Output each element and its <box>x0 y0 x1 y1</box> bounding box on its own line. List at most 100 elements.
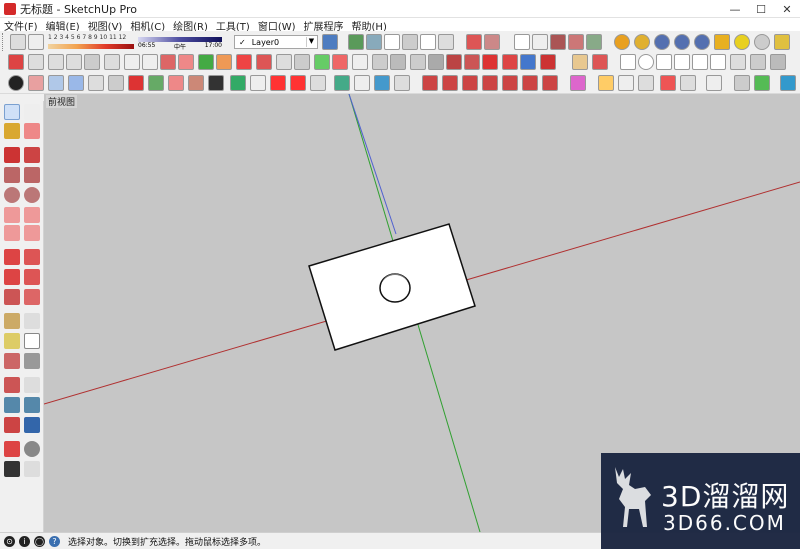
geo-location-icon[interactable]: ⊙ <box>4 535 15 547</box>
polygon-shape-icon[interactable] <box>656 54 672 70</box>
look-around-icon[interactable] <box>24 441 40 457</box>
rotate-icon[interactable] <box>374 75 390 91</box>
arrow-icon[interactable] <box>770 54 786 70</box>
skin-icon-2[interactable] <box>780 75 796 91</box>
freehand-icon[interactable] <box>24 147 40 163</box>
zoom-window-icon[interactable] <box>24 397 40 413</box>
weld-icon[interactable] <box>178 54 194 70</box>
layer-manager-icon[interactable] <box>322 34 338 50</box>
scale-tool-icon[interactable] <box>4 289 20 305</box>
bezier-icon[interactable] <box>410 54 426 70</box>
maximize-button[interactable]: ☐ <box>748 0 774 18</box>
section-plane-icon[interactable] <box>24 461 40 477</box>
delete-red-icon[interactable] <box>446 54 462 70</box>
axis-z-icon[interactable] <box>422 75 438 91</box>
surface-icon[interactable] <box>314 54 330 70</box>
hash-icon[interactable] <box>680 75 696 91</box>
hold-icon[interactable] <box>250 75 266 91</box>
stairs-icon[interactable] <box>48 54 64 70</box>
dropdown-arrow-icon[interactable]: ▼ <box>306 37 316 47</box>
monochrome-icon[interactable] <box>586 34 602 50</box>
fredo-cube-icon[interactable] <box>618 75 634 91</box>
plugin-r-icon[interactable] <box>654 34 670 50</box>
offset-icon[interactable] <box>24 289 40 305</box>
tree-icon[interactable] <box>198 54 214 70</box>
move-axis-icon[interactable] <box>522 75 538 91</box>
top-view-icon[interactable] <box>366 34 382 50</box>
copy-axis-icon[interactable] <box>542 75 558 91</box>
arc-3pt-icon[interactable] <box>4 225 20 241</box>
zoom-icon[interactable] <box>4 397 20 413</box>
layer-dropdown[interactable]: ✓ Layer0 ▼ <box>234 35 318 49</box>
rotate-tool-icon[interactable] <box>4 269 20 285</box>
shaded-textures-icon[interactable] <box>568 34 584 50</box>
shadow-date-slider[interactable]: 1 2 3 4 5 6 7 8 9 10 11 12 <box>48 34 134 50</box>
wireframe-icon[interactable] <box>514 34 530 50</box>
xray-icon[interactable] <box>466 34 482 50</box>
toolbar-grip[interactable] <box>2 33 5 51</box>
circle-shape-icon[interactable] <box>638 54 654 70</box>
3d-text-icon[interactable] <box>24 353 40 369</box>
fredo-scale-icon[interactable] <box>598 75 614 91</box>
align-icon[interactable] <box>310 75 326 91</box>
extend-icon[interactable] <box>730 54 746 70</box>
text-icon[interactable] <box>24 333 40 349</box>
eraser-tool-icon[interactable] <box>24 123 40 139</box>
shaded-icon[interactable] <box>550 34 566 50</box>
plugin-br-icon[interactable] <box>694 34 710 50</box>
fillet-icon[interactable] <box>28 54 44 70</box>
shadow-toggle-icon[interactable] <box>10 34 26 50</box>
polygon-icon[interactable] <box>24 187 40 203</box>
dimension-icon[interactable] <box>520 54 536 70</box>
knife-icon[interactable] <box>148 75 164 91</box>
plugin-green-icon[interactable] <box>754 75 770 91</box>
block-icon[interactable] <box>502 54 518 70</box>
plugin-frame-icon[interactable] <box>706 75 722 91</box>
select-arrow-icon[interactable] <box>4 104 20 120</box>
ellipse-shape-icon[interactable] <box>674 54 690 70</box>
pushpull-icon[interactable] <box>24 249 40 265</box>
select-red-icon[interactable] <box>8 54 24 70</box>
line-icon[interactable] <box>4 147 20 163</box>
rect-shape-icon[interactable] <box>620 54 636 70</box>
grid-tool-icon[interactable] <box>104 54 120 70</box>
snowflake-icon[interactable] <box>68 75 84 91</box>
fredo6-icon[interactable] <box>660 75 676 91</box>
hidden-line-icon[interactable] <box>532 34 548 50</box>
box-icon[interactable] <box>48 75 64 91</box>
eraser-icon[interactable] <box>128 75 144 91</box>
back-view-icon[interactable] <box>420 34 436 50</box>
rail-icon[interactable] <box>66 54 82 70</box>
rotated-rect-icon[interactable] <box>24 167 40 183</box>
push-icon[interactable] <box>256 54 272 70</box>
rotate-axis-icon[interactable] <box>502 75 518 91</box>
tape-measure-icon[interactable] <box>4 313 20 329</box>
extrude-icon[interactable] <box>236 54 252 70</box>
component-make-icon[interactable] <box>24 104 40 120</box>
plugin-star-icon[interactable] <box>774 34 790 50</box>
cone-icon[interactable] <box>390 54 406 70</box>
pencil-icon[interactable] <box>592 54 608 70</box>
shield-icon[interactable] <box>734 75 750 91</box>
scale-icon[interactable] <box>482 75 498 91</box>
grid-red-icon[interactable] <box>482 54 498 70</box>
back-edges-icon[interactable] <box>484 34 500 50</box>
component-icon[interactable] <box>334 75 350 91</box>
cut-icon[interactable] <box>428 54 444 70</box>
zoom-extents-icon[interactable] <box>4 417 20 433</box>
plugin-rt-icon[interactable] <box>674 34 690 50</box>
left-view-icon[interactable] <box>438 34 454 50</box>
rectangle-icon[interactable] <box>4 167 20 183</box>
shadow-time-slider[interactable]: 06:55 中午 17:00 <box>138 34 222 51</box>
section-icon[interactable] <box>230 75 246 91</box>
subdivide-icon[interactable] <box>464 54 480 70</box>
sweep-icon[interactable] <box>372 54 388 70</box>
trim-icon[interactable] <box>750 54 766 70</box>
axis-y-icon[interactable] <box>462 75 478 91</box>
fredo-twist-icon[interactable] <box>638 75 654 91</box>
plugin-ball-icon[interactable] <box>754 34 770 50</box>
right-view-icon[interactable] <box>402 34 418 50</box>
axes-icon[interactable] <box>4 353 20 369</box>
axis-x-icon[interactable] <box>442 75 458 91</box>
person-icon[interactable] <box>188 75 204 91</box>
